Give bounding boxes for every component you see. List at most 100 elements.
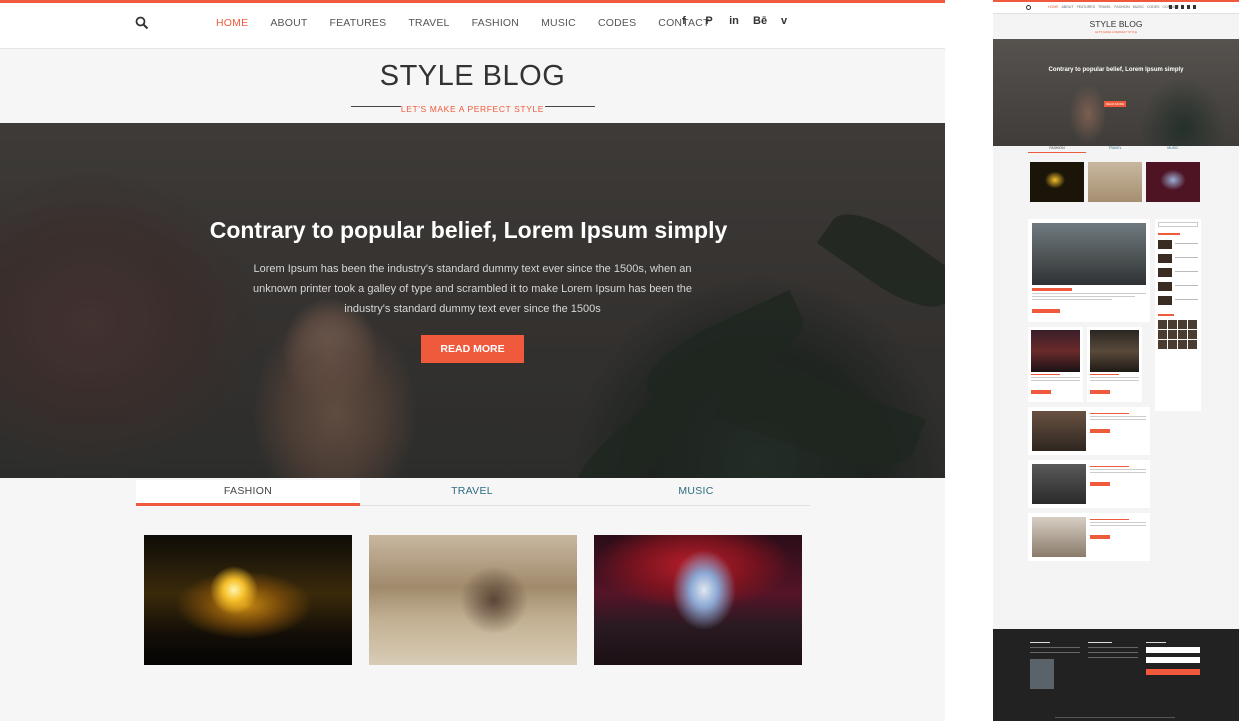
read-more-button[interactable]: READ MORE [421, 335, 524, 363]
tab-travel[interactable]: TRAVEL [360, 480, 584, 506]
tab-fashion[interactable]: FASHION [136, 480, 360, 506]
nav-travel[interactable]: TRAVEL [408, 17, 449, 29]
mini-read-button [1090, 535, 1110, 539]
pinterest-icon[interactable]: P [703, 15, 715, 27]
mini-post-title [1032, 288, 1072, 291]
mini-social-links [1169, 5, 1196, 9]
full-page-thumbnail: HOME ABOUT FEATURES TRAVEL FASHION MUSIC… [993, 0, 1239, 721]
mini-popular-post-thumb [1158, 254, 1172, 263]
mini-sidebar [1155, 219, 1201, 411]
mini-facebook-icon [1169, 5, 1172, 9]
mini-post-image [1032, 517, 1086, 557]
tagline-row: LET'S MAKE A PERFECT STYLE [350, 99, 595, 114]
mini-nav-home: HOME [1048, 5, 1059, 9]
nav-home[interactable]: HOME [216, 17, 248, 29]
mini-popular-post-title [1175, 299, 1198, 300]
mini-post-excerpt [1090, 380, 1139, 381]
mini-footer-text [1030, 652, 1080, 653]
mini-vimeo-icon [1193, 5, 1196, 9]
nav-about[interactable]: ABOUT [270, 17, 307, 29]
mini-nav-fashion: FASHION [1114, 5, 1130, 9]
mini-post-title [1090, 466, 1130, 467]
nav-codes[interactable]: CODES [598, 17, 636, 29]
mini-gallery [1030, 162, 1200, 202]
mini-post-excerpt [1090, 377, 1139, 378]
hero-body: Lorem Ipsum has been the industry's stan… [252, 263, 693, 315]
mini-post-excerpt [1090, 472, 1146, 473]
behance-icon[interactable]: Bē [753, 15, 767, 27]
mini-continue-button [1032, 309, 1060, 313]
mini-popular-post-title [1175, 257, 1198, 258]
mini-post-excerpt [1090, 522, 1146, 523]
mini-instagram-photo [1188, 330, 1197, 339]
mini-popular-post [1158, 240, 1198, 249]
linkedin-icon[interactable]: in [728, 15, 740, 27]
site-title[interactable]: STYLE BLOG [0, 60, 945, 93]
mini-nav-music: MUSIC [1132, 5, 1144, 9]
mini-branding: STYLE BLOG LET'S MAKE A PERFECT STYLE [993, 14, 1239, 39]
mini-featured-post [1028, 219, 1150, 322]
tab-gallery [144, 535, 802, 665]
mini-post-meta [1090, 464, 1146, 504]
mini-post-image [1032, 411, 1086, 451]
mini-sidebar-search [1158, 222, 1198, 227]
mini-popular-post-title [1175, 285, 1198, 286]
vimeo-icon[interactable]: v [778, 15, 790, 27]
mini-post-image [1090, 330, 1139, 372]
mini-post-excerpt [1032, 296, 1135, 297]
mini-footer-text [1088, 647, 1138, 648]
mini-post-title [1090, 413, 1130, 414]
mini-post-row [1028, 407, 1150, 455]
mini-footer-text [1088, 652, 1138, 653]
mini-instagram-photo [1158, 340, 1167, 349]
mini-hero-headline: Contrary to popular belief, Lorem Ipsum … [1048, 67, 1184, 73]
mini-stage-image [1146, 162, 1200, 202]
mini-footer-heading [1030, 642, 1050, 643]
mini-post-excerpt [1090, 416, 1146, 417]
hero-headline: Contrary to popular belief, Lorem Ipsum … [209, 217, 728, 243]
nav-features[interactable]: FEATURES [329, 17, 386, 29]
nav-music[interactable]: MUSIC [541, 17, 576, 29]
mini-read-button [1090, 482, 1110, 486]
stage-show-image[interactable] [594, 535, 802, 665]
mini-menu: HOME ABOUT FEATURES TRAVEL FASHION MUSIC… [1048, 5, 1179, 9]
mini-post-image [1031, 330, 1080, 372]
mini-instagram-heading [1158, 314, 1174, 316]
mini-post-row [1028, 513, 1150, 561]
mini-footer-about [1030, 638, 1080, 689]
mini-nav-travel: TRAVEL [1097, 5, 1112, 9]
mini-tab-fashion: FASHION [1028, 146, 1086, 153]
mini-footer-image [1030, 659, 1054, 689]
tagline-divider-left [350, 106, 401, 107]
tab-music[interactable]: MUSIC [584, 480, 808, 506]
concert-crowd-image[interactable] [144, 535, 352, 665]
nav-fashion[interactable]: FASHION [472, 17, 520, 29]
mini-guitarist-image [1088, 162, 1142, 202]
mini-concert-image [1030, 162, 1084, 202]
mini-footer [993, 629, 1239, 721]
mini-post-image [1032, 223, 1146, 285]
mini-footer-heading [1146, 642, 1166, 643]
street-guitarist-image[interactable] [369, 535, 577, 665]
mini-instagram-photo [1168, 320, 1177, 329]
mini-popular-posts-heading [1158, 233, 1180, 235]
mini-post-title [1090, 519, 1130, 520]
mini-post-excerpt [1032, 293, 1146, 294]
mini-popular-post-title [1175, 243, 1198, 244]
category-tabs: FASHION TRAVEL MUSIC [136, 480, 810, 506]
main-menu: HOME ABOUT FEATURES TRAVEL FASHION MUSIC… [216, 17, 732, 29]
mini-tabs: FASHION TRAVEL MUSIC [1028, 146, 1203, 153]
facebook-icon[interactable]: f [678, 15, 690, 27]
mini-post-card [1028, 327, 1083, 402]
mini-footer-text [1088, 657, 1138, 658]
mini-post-pair [1028, 327, 1150, 402]
mini-linkedin-icon [1181, 5, 1184, 9]
mini-popular-post [1158, 282, 1198, 291]
mini-site-tagline: LET'S MAKE A PERFECT STYLE [1095, 30, 1137, 34]
mini-copyright [1055, 717, 1175, 718]
mini-footer-text [1030, 647, 1080, 648]
mini-post-meta [1090, 411, 1146, 451]
tagline-divider-right [544, 106, 595, 107]
mini-instagram-photo [1188, 340, 1197, 349]
search-icon[interactable] [135, 16, 149, 30]
